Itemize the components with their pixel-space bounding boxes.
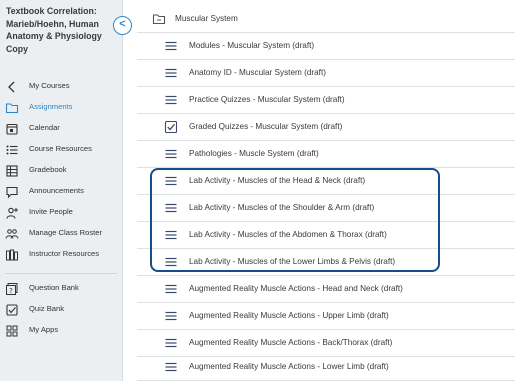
list-item-label: Augmented Reality Muscle Actions - Lower… [189, 362, 389, 371]
sidebar-item-label: Instructor Resources [29, 249, 100, 258]
list-item-label: Augmented Reality Muscle Actions - Head … [189, 284, 403, 293]
lines-icon [164, 255, 178, 269]
folder-icon [5, 101, 19, 115]
list-item[interactable]: Lab Activity - Muscles of the Head & Nec… [137, 168, 515, 195]
sidebar-item-manage-class-roster[interactable]: Manage Class Roster [0, 224, 122, 245]
list-item-label: Lab Activity - Muscles of the Shoulder &… [189, 203, 375, 212]
list-item-label: Practice Quizzes - Muscular System (draf… [189, 95, 345, 104]
folder-row-muscular-system[interactable]: Muscular System [137, 6, 515, 33]
sidebar-item-label: Manage Class Roster [29, 228, 103, 237]
sidebar-divider [5, 273, 117, 274]
apps-icon [5, 324, 19, 338]
lines-icon [164, 39, 178, 53]
list-item[interactable]: Modules - Muscular System (draft) [137, 33, 515, 60]
list-item-label: Augmented Reality Muscle Actions - Back/… [189, 338, 393, 347]
collapse-sidebar-button[interactable]: < [113, 16, 132, 35]
sidebar-item-calendar[interactable]: Calendar [0, 119, 122, 140]
assignment-list: Muscular System Modules - Muscular Syste… [137, 0, 515, 381]
sidebar-item-label: Calendar [29, 123, 60, 132]
lines-icon [164, 201, 178, 215]
sidebar-item-label: Invite People [29, 207, 73, 216]
list-item-label: Anatomy ID - Muscular System (draft) [189, 68, 326, 77]
list-item[interactable]: Pathologies - Muscle System (draft) [137, 141, 515, 168]
list-item[interactable]: Graded Quizzes - Muscular System (draft) [137, 114, 515, 141]
list-item-label: Lab Activity - Muscles of the Abdomen & … [189, 230, 387, 239]
lines-icon [164, 66, 178, 80]
checkbox-icon [5, 303, 19, 317]
folder-label: Muscular System [175, 14, 238, 23]
list-item-label: Modules - Muscular System (draft) [189, 41, 315, 50]
lines-icon [164, 93, 178, 107]
sidebar-item-quiz-bank[interactable]: Quiz Bank [0, 300, 122, 321]
calendar-icon [5, 122, 19, 136]
sidebar-item-course-resources[interactable]: Course Resources [0, 140, 122, 161]
list-item-label: Pathologies - Muscle System (draft) [189, 149, 319, 158]
folder-icon [152, 12, 166, 26]
sidebar-item-announcements[interactable]: Announcements [0, 182, 122, 203]
sidebar-item-invite-people[interactable]: Invite People [0, 203, 122, 224]
person-add-icon [5, 206, 19, 220]
sidebar-item-label: My Courses [29, 81, 70, 90]
sidebar-item-label: Gradebook [29, 165, 67, 174]
list-item-label: Augmented Reality Muscle Actions - Upper… [189, 311, 389, 320]
list-item[interactable]: Augmented Reality Muscle Actions - Lower… [137, 354, 515, 381]
question-bank-icon: ? [5, 282, 19, 296]
checkbox-icon [164, 120, 178, 134]
list-icon [5, 143, 19, 157]
lines-icon [164, 147, 178, 161]
list-item[interactable]: Practice Quizzes - Muscular System (draf… [137, 87, 515, 114]
sidebar-item-assignments[interactable]: Assignments [0, 98, 122, 119]
gradebook-icon [5, 164, 19, 178]
list-item[interactable]: Augmented Reality Muscle Actions - Upper… [137, 303, 515, 330]
list-item-label: Lab Activity - Muscles of the Lower Limb… [189, 257, 396, 266]
speech-bubble-icon [5, 185, 19, 199]
list-item-label: Lab Activity - Muscles of the Head & Nec… [189, 176, 366, 185]
list-item[interactable]: Augmented Reality Muscle Actions - Back/… [137, 330, 515, 357]
list-item[interactable]: Anatomy ID - Muscular System (draft) [137, 60, 515, 87]
sidebar-item-instructor-resources[interactable]: Instructor Resources [0, 245, 122, 266]
lines-icon [164, 282, 178, 296]
sidebar-item-my-apps[interactable]: My Apps [0, 321, 122, 342]
sidebar-item-label: Announcements [29, 186, 84, 195]
sidebar-item-label: Course Resources [29, 144, 92, 153]
lines-icon [164, 228, 178, 242]
sidebar-item-gradebook[interactable]: Gradebook [0, 161, 122, 182]
list-item[interactable]: Lab Activity - Muscles of the Lower Limb… [137, 249, 515, 276]
lines-icon [164, 309, 178, 323]
chevron-left-icon [5, 80, 19, 94]
list-item[interactable]: Augmented Reality Muscle Actions - Head … [137, 276, 515, 303]
list-item[interactable]: Lab Activity - Muscles of the Abdomen & … [137, 222, 515, 249]
list-item[interactable]: Lab Activity - Muscles of the Shoulder &… [137, 195, 515, 222]
sidebar-item-my-courses[interactable]: My Courses [0, 77, 122, 98]
list-item-label: Graded Quizzes - Muscular System (draft) [189, 122, 343, 131]
lines-icon [164, 336, 178, 350]
sidebar-item-label: My Apps [29, 325, 59, 334]
sidebar-item-label: Assignments [29, 102, 73, 111]
sidebar-item-label: Question Bank [29, 283, 79, 292]
svg-text:?: ? [9, 287, 13, 295]
lines-icon [164, 360, 178, 374]
lines-icon [164, 174, 178, 188]
sidebar: Textbook Correlation: Marieb/Hoehn, Huma… [0, 0, 123, 381]
sidebar-item-question-bank[interactable]: ? Question Bank [0, 279, 122, 300]
books-icon [5, 248, 19, 262]
sidebar-item-label: Quiz Bank [29, 304, 65, 313]
roster-icon [5, 227, 19, 241]
course-title: Textbook Correlation: Marieb/Hoehn, Huma… [6, 6, 102, 54]
